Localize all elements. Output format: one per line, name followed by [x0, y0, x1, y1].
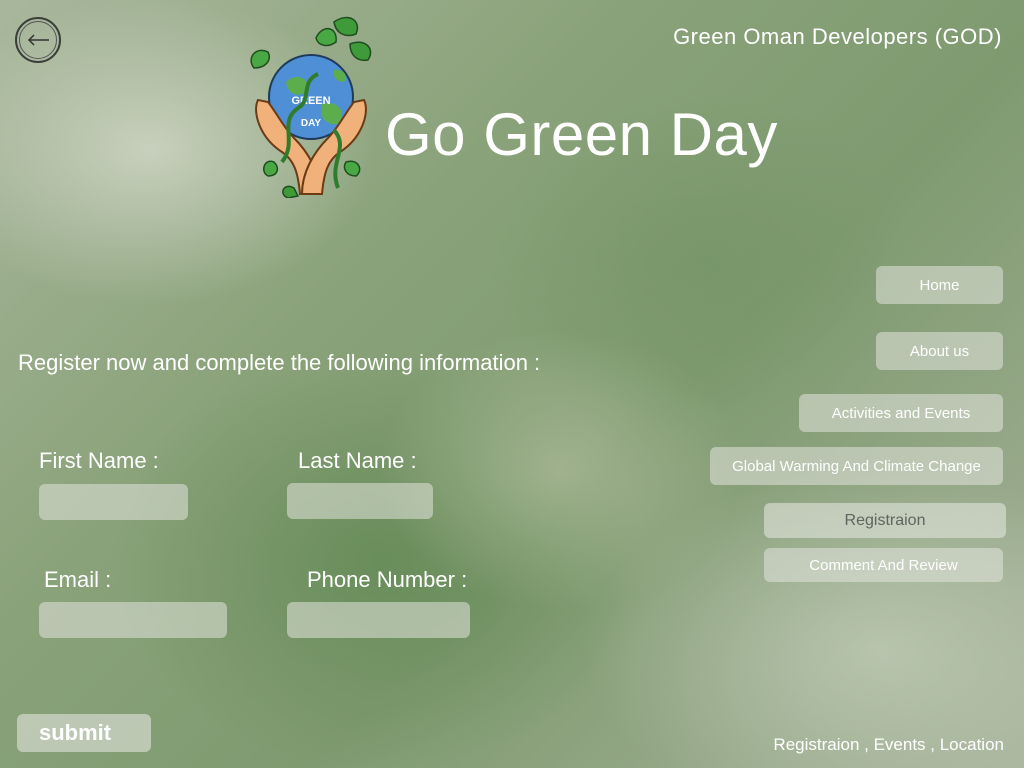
- email-input[interactable]: [39, 602, 227, 638]
- phone-number-input[interactable]: [287, 602, 470, 638]
- nav-global-warming-button[interactable]: Global Warming And Climate Change: [710, 447, 1003, 485]
- org-name: Green Oman Developers (GOD): [673, 24, 1002, 49]
- go-green-day-logo: GREEN DAY: [238, 12, 384, 199]
- phone-number-label: Phone Number :: [307, 567, 468, 592]
- last-name-input[interactable]: [287, 483, 433, 519]
- nav-comment-button[interactable]: Comment And Review: [764, 548, 1003, 582]
- logo-text-day: DAY: [301, 118, 322, 129]
- last-name-label: Last Name :: [298, 448, 417, 473]
- back-arrow-icon: [19, 21, 57, 59]
- form-intro: Register now and complete the following …: [18, 350, 541, 375]
- nav-about-button[interactable]: About us: [876, 332, 1003, 370]
- back-button[interactable]: [15, 17, 61, 63]
- submit-button[interactable]: submit: [17, 714, 151, 752]
- first-name-input[interactable]: [39, 484, 188, 520]
- logo-text-green: GREEN: [291, 95, 330, 107]
- site-title: Go Green Day: [385, 101, 778, 168]
- nav-activities-button[interactable]: Activities and Events: [799, 394, 1003, 432]
- email-label: Email :: [44, 567, 112, 592]
- footer-links[interactable]: Registraion , Events , Location: [773, 735, 1004, 755]
- nav-registration-button[interactable]: Registraion: [764, 503, 1006, 538]
- first-name-label: First Name :: [39, 448, 159, 473]
- nav-home-button[interactable]: Home: [876, 266, 1003, 304]
